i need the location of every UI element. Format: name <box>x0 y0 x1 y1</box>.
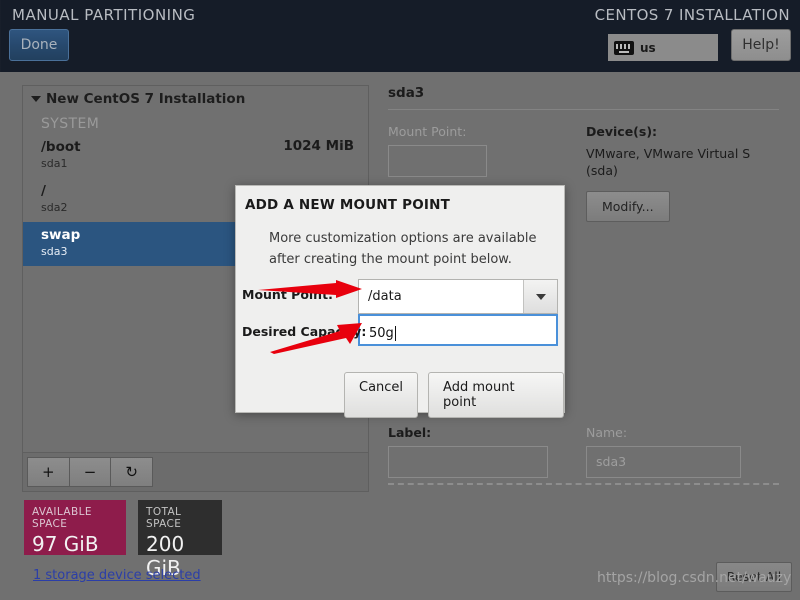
installer-window: MANUAL PARTITIONING CENTOS 7 INSTALLATIO… <box>0 0 800 600</box>
add-mount-point-submit-button[interactable]: Add mount point <box>428 372 564 418</box>
available-space-value: 97 GiB <box>32 532 118 556</box>
mount-point-toolbar: + − ↻ <box>22 452 369 492</box>
triangle-down-icon <box>31 96 41 102</box>
app-header: MANUAL PARTITIONING CENTOS 7 INSTALLATIO… <box>0 0 800 72</box>
text-caret <box>395 326 396 341</box>
storage-device-link[interactable]: 1 storage device selected <box>33 568 201 583</box>
keyboard-layout-label: us <box>640 41 656 55</box>
total-space-caption: TOTAL SPACE <box>146 506 214 530</box>
group-label-system: SYSTEM <box>23 112 368 134</box>
partition-size: 1024 MiB <box>283 138 354 154</box>
modify-button[interactable]: Modify... <box>586 191 670 222</box>
keyboard-layout-indicator[interactable]: us <box>608 34 718 61</box>
dialog-desired-capacity-label: Desired Capacity: <box>242 324 366 339</box>
tree-root-label: New CentOS 7 Installation <box>46 91 245 107</box>
dialog-mount-point-label: Mount Point: <box>242 287 333 302</box>
page-title: MANUAL PARTITIONING <box>12 6 195 24</box>
devices-value: VMware, VMware Virtual S (sda) <box>586 145 781 179</box>
product-title: CENTOS 7 INSTALLATION <box>595 6 790 24</box>
available-space-caption: AVAILABLE SPACE <box>32 506 118 530</box>
mount-point-combo-value: /data <box>359 280 523 313</box>
partition-device: sda1 <box>41 157 358 171</box>
cancel-button[interactable]: Cancel <box>344 372 418 418</box>
add-mount-point-button[interactable]: + <box>27 457 69 487</box>
done-button[interactable]: Done <box>9 29 69 61</box>
keyboard-icon <box>614 41 634 55</box>
list-item[interactable]: /boot sda1 1024 MiB <box>23 134 368 178</box>
dashed-divider <box>388 483 779 485</box>
remove-mount-point-button[interactable]: − <box>69 457 111 487</box>
dialog-title: ADD A NEW MOUNT POINT <box>245 197 450 213</box>
devices-label: Device(s): <box>586 124 781 139</box>
available-space-box: AVAILABLE SPACE 97 GiB <box>24 500 126 555</box>
watermark: https://blog.csdn.net/wauzy <box>597 570 791 586</box>
name-field-label: Name: <box>586 425 781 440</box>
device-title: sda3 <box>388 85 783 101</box>
desired-capacity-value: 50g <box>369 326 394 341</box>
mount-point-input[interactable] <box>388 145 487 177</box>
label-field-label: Label: <box>388 425 586 440</box>
label-field[interactable] <box>388 446 548 478</box>
refresh-icon[interactable]: ↻ <box>110 457 153 487</box>
tree-root-new-installation[interactable]: New CentOS 7 Installation <box>23 86 368 112</box>
desired-capacity-input[interactable]: 50g <box>358 314 558 346</box>
divider <box>388 109 779 110</box>
chevron-down-icon[interactable] <box>523 280 557 313</box>
dialog-description: More customization options are available… <box>269 228 549 270</box>
name-field: sda3 <box>586 446 741 478</box>
mount-point-label: Mount Point: <box>388 124 586 139</box>
mount-point-combo[interactable]: /data <box>358 279 558 314</box>
total-space-box: TOTAL SPACE 200 GiB <box>138 500 222 555</box>
help-button[interactable]: Help! <box>731 29 791 61</box>
